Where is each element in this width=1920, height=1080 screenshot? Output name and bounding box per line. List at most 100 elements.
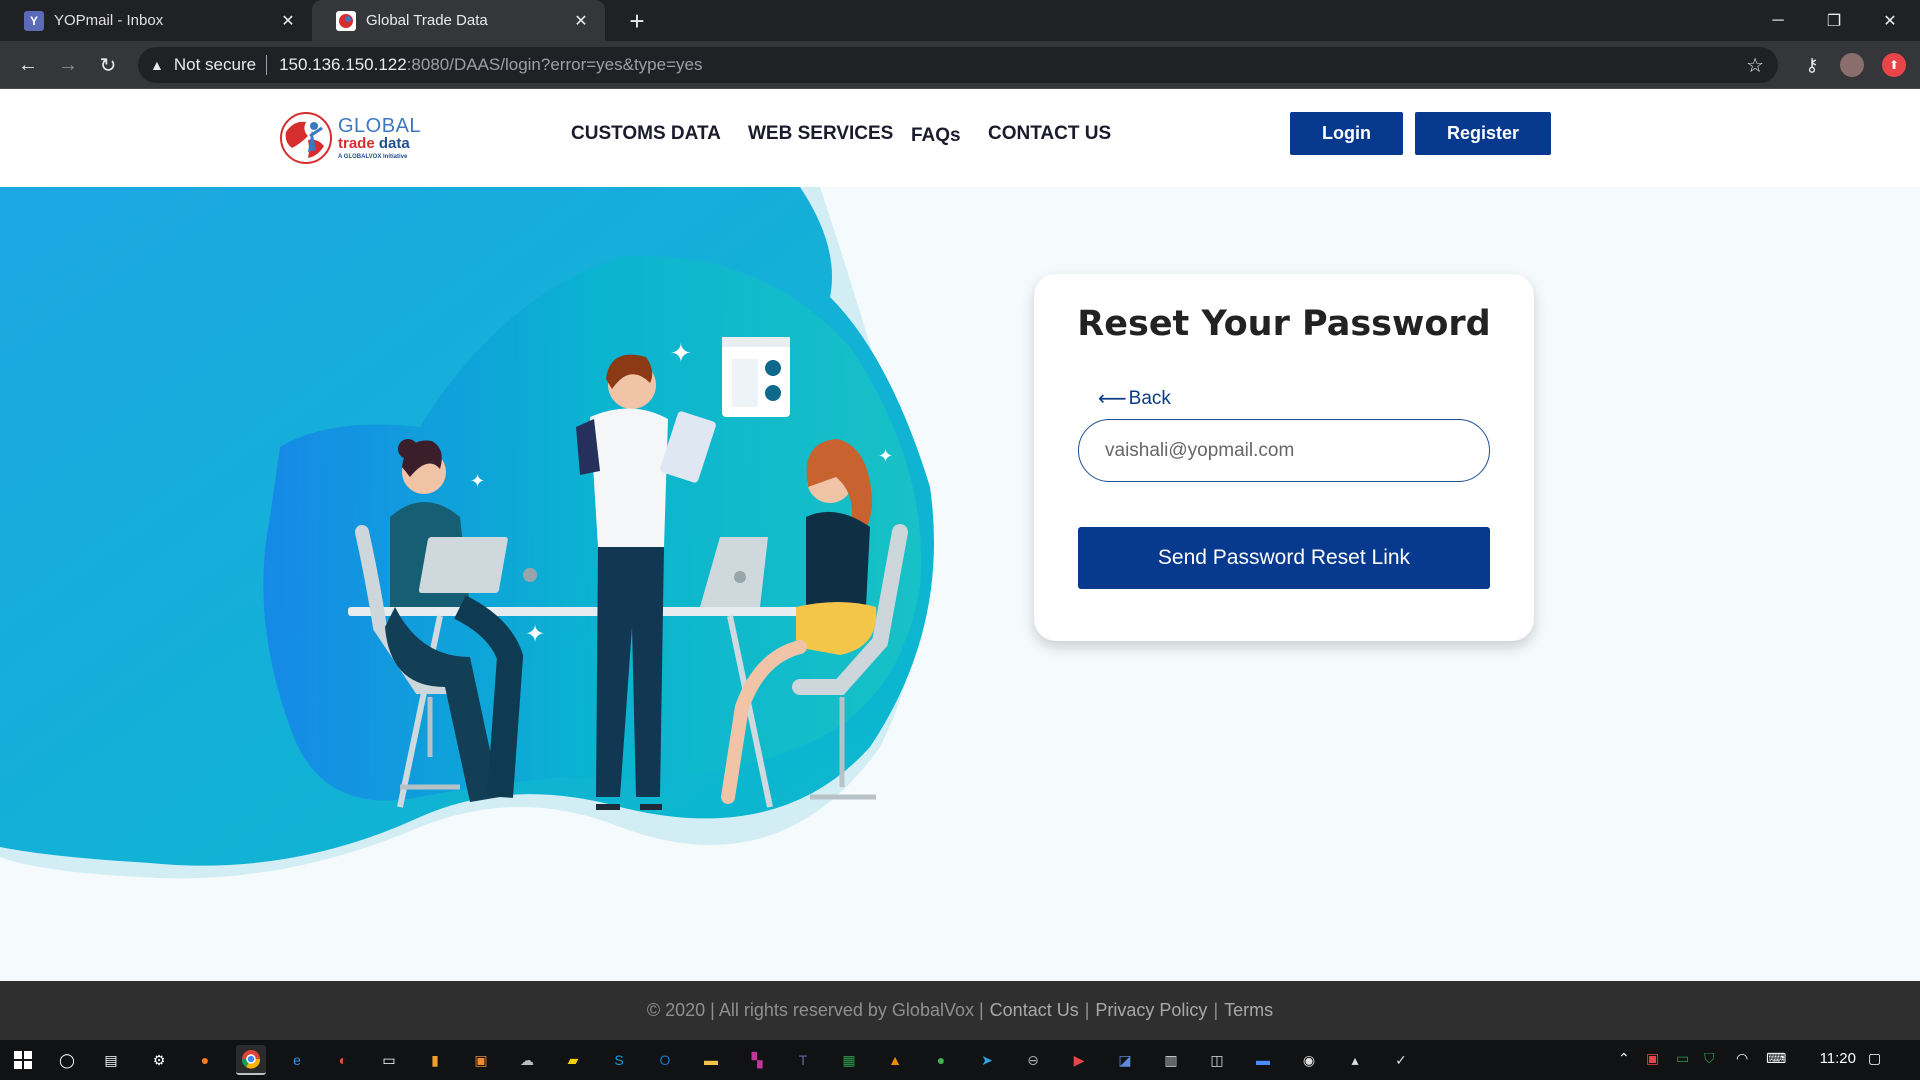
app-icon[interactable]: ☁ (512, 1045, 542, 1075)
forward-arrow-icon[interactable]: → (52, 49, 84, 81)
app-icon[interactable]: ◪ (1110, 1045, 1140, 1075)
close-window-icon[interactable]: ✕ (1862, 0, 1918, 41)
email-field[interactable] (1078, 419, 1490, 482)
reset-password-card: Reset Your Password ⟵ Back Send Password… (1034, 274, 1534, 641)
minimize-icon[interactable]: ─ (1750, 0, 1806, 41)
vlc-icon[interactable]: ▲ (880, 1045, 910, 1075)
close-tab-icon[interactable]: ✕ (278, 11, 298, 31)
app-icon[interactable]: ▥ (1156, 1045, 1186, 1075)
back-label: Back (1128, 387, 1171, 409)
app-icon[interactable]: ◫ (1202, 1045, 1232, 1075)
file-explorer-icon[interactable]: ▬ (696, 1045, 726, 1075)
search-circle-icon[interactable]: ◯ (52, 1045, 82, 1075)
windows-taskbar: ◯ ▤ ⚙ ● e ◐ ▭ ▮ ▣ ☁ ▰ S O ▬ ▚ T ▦ ▲ ● ➤ … (0, 1040, 1920, 1080)
app-icon[interactable]: ◐ (328, 1045, 358, 1075)
app-icon[interactable]: ▦ (834, 1045, 864, 1075)
tray-app-icon[interactable]: ▣ (1646, 1050, 1659, 1067)
tray-shield-icon[interactable]: ⛉ (1704, 1050, 1715, 1067)
profile-avatar-icon[interactable] (1840, 53, 1864, 77)
globe-favicon-icon (336, 10, 356, 31)
tray-chevron-up-icon[interactable]: ⌃ (1618, 1050, 1630, 1067)
send-reset-link-button[interactable]: Send Password Reset Link (1078, 527, 1490, 589)
notifications-icon[interactable]: ▢ (1868, 1050, 1881, 1067)
svg-text:✦: ✦ (525, 620, 545, 648)
app-icon[interactable]: ▚ (742, 1045, 772, 1075)
app-icon[interactable]: ▮ (420, 1045, 450, 1075)
footer-terms-link[interactable]: Terms (1224, 1000, 1273, 1021)
url-host: 150.136.150.122 (279, 55, 407, 74)
back-arrow-icon[interactable]: ← (12, 49, 44, 81)
app-icon[interactable]: ▴ (1340, 1045, 1370, 1075)
outlook-icon[interactable]: O (650, 1045, 680, 1075)
app-icon[interactable]: ● (926, 1045, 956, 1075)
tab-yopmail[interactable]: Y YOPmail - Inbox ✕ (0, 0, 312, 41)
logo-line2b: data (378, 135, 410, 152)
nav-customs-data[interactable]: CUSTOMS DATA (571, 123, 721, 145)
windows-start-icon[interactable] (8, 1045, 38, 1075)
app-icon[interactable]: ▶ (1064, 1045, 1094, 1075)
app-icon[interactable]: ◉ (1294, 1045, 1324, 1075)
footer-privacy-link[interactable]: Privacy Policy (1095, 1000, 1207, 1021)
app-icon[interactable]: ▭ (374, 1045, 404, 1075)
svg-text:✦: ✦ (470, 471, 485, 492)
svg-text:✦: ✦ (670, 339, 692, 369)
app-icon[interactable]: ✓ (1386, 1045, 1416, 1075)
nav-web-services[interactable]: WEB SERVICES (748, 123, 893, 145)
tray-battery-icon[interactable]: ▭ (1676, 1050, 1689, 1067)
close-tab-icon[interactable]: ✕ (571, 11, 591, 31)
tray-wifi-icon[interactable]: ◠ (1736, 1050, 1748, 1067)
back-link[interactable]: ⟵ Back (1098, 386, 1171, 411)
reset-heading: Reset Your Password (1077, 304, 1491, 344)
site-header: GLOBAL trade data A GLOBALVOX Initiative… (0, 89, 1920, 187)
global-trade-data-logo[interactable]: GLOBAL trade data A GLOBALVOX Initiative (278, 109, 428, 167)
svg-text:✦: ✦ (878, 446, 893, 467)
yopmail-favicon-icon: Y (24, 10, 44, 31)
nav-contact-us[interactable]: CONTACT US (988, 123, 1111, 145)
warning-icon: ▲ (150, 57, 164, 73)
task-view-icon[interactable]: ▤ (96, 1045, 126, 1075)
edge-icon[interactable]: e (282, 1045, 312, 1075)
tray-keyboard-icon[interactable]: ⌨ (1766, 1050, 1786, 1067)
register-button[interactable]: Register (1415, 112, 1551, 155)
tab-title: Global Trade Data (366, 12, 488, 29)
zoom-icon[interactable]: ▬ (1248, 1045, 1278, 1075)
reload-icon[interactable]: ↻ (92, 49, 124, 81)
login-button[interactable]: Login (1290, 112, 1403, 155)
footer-separator: | (1084, 1000, 1090, 1020)
team-illustration: ✦ ✦ ✦ ✦ (0, 187, 934, 879)
browser-tab-bar: Y YOPmail - Inbox ✕ Global Trade Data ✕ … (0, 0, 1920, 41)
tab-global-trade-data[interactable]: Global Trade Data ✕ (312, 0, 605, 41)
bookmark-star-icon[interactable]: ☆ (1746, 53, 1764, 78)
left-arrow-icon: ⟵ (1098, 388, 1127, 410)
globe-logo-icon (280, 112, 332, 164)
footer-separator: | (1213, 1000, 1219, 1020)
telegram-icon[interactable]: ➤ (972, 1045, 1002, 1075)
logo-tagline: A GLOBALVOX Initiative (338, 154, 408, 160)
app-icon[interactable]: ⊖ (1018, 1045, 1048, 1075)
footer-contact-link[interactable]: Contact Us (990, 1000, 1079, 1021)
settings-gear-icon[interactable]: ⚙ (144, 1045, 174, 1075)
url-path: :8080/DAAS/login?error=yes&type=yes (406, 55, 703, 74)
address-bar[interactable]: ▲ Not secure 150.136.150.122 :8080/DAAS/… (138, 47, 1778, 83)
chrome-icon[interactable] (236, 1045, 266, 1075)
security-label: Not secure (173, 55, 257, 74)
firefox-icon[interactable]: ● (190, 1045, 220, 1075)
taskbar-clock: 11:20 (1819, 1050, 1856, 1067)
key-icon[interactable]: ⚷ (1800, 53, 1824, 77)
new-tab-button[interactable]: + (622, 6, 652, 36)
site-footer: © 2020 | All rights reserved by GlobalVo… (0, 981, 1920, 1040)
tab-title: YOPmail - Inbox (54, 12, 164, 29)
sticky-notes-icon[interactable]: ▰ (558, 1045, 588, 1075)
logo-line1: GLOBAL (338, 115, 422, 137)
app-icon[interactable]: ▣ (466, 1045, 496, 1075)
nav-faqs[interactable]: FAQs (911, 125, 961, 147)
skype-icon[interactable]: S (604, 1045, 634, 1075)
extension-icon[interactable]: ⬆ (1882, 53, 1906, 77)
hero-section: ✦ ✦ ✦ ✦ Reset Your Password ⟵ Back vaish… (0, 187, 1920, 947)
restore-icon[interactable]: ❐ (1806, 0, 1862, 41)
copyright-text: © 2020 | All rights reserved by GlobalVo… (646, 1000, 984, 1020)
teams-icon[interactable]: T (788, 1045, 818, 1075)
logo-line2a: trade (338, 135, 379, 152)
browser-toolbar: ← → ↻ ▲ Not secure 150.136.150.122 :8080… (0, 41, 1920, 89)
divider (266, 55, 268, 75)
